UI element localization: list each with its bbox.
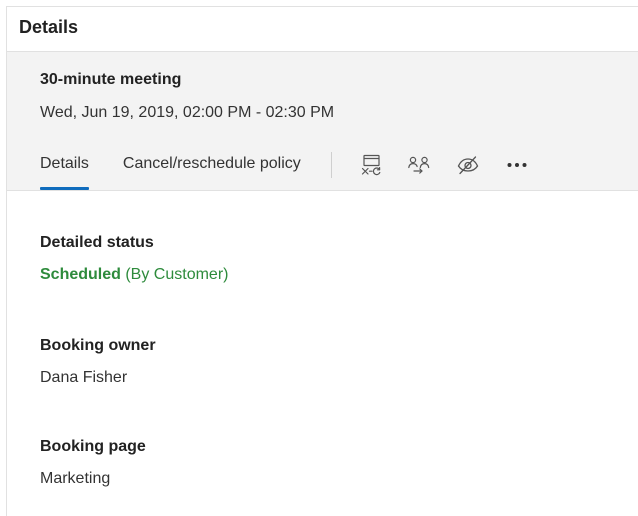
hide-button[interactable]	[454, 151, 482, 179]
reassign-button[interactable]	[406, 151, 434, 179]
meeting-title: 30-minute meeting	[40, 71, 182, 88]
booking-owner-field: Booking owner Dana Fisher	[40, 337, 156, 387]
tab-details[interactable]: Details	[40, 148, 89, 190]
detailed-status-label: Detailed status	[40, 234, 154, 251]
reassign-people-icon	[407, 153, 433, 177]
panel-header: Details	[7, 7, 638, 52]
status-by-customer: (By Customer)	[120, 266, 229, 283]
cancel-meeting-button[interactable]	[358, 151, 386, 179]
more-options-button[interactable]	[503, 151, 531, 179]
booking-owner-value: Dana Fisher	[40, 369, 128, 386]
meeting-time: Wed, Jun 19, 2019, 02:00 PM - 02:30 PM	[40, 104, 335, 121]
booking-page-label: Booking page	[40, 438, 146, 455]
detailed-status-field: Detailed status Scheduled (By Customer)	[40, 234, 228, 284]
tab-bar: Details Cancel/reschedule policy	[40, 148, 638, 191]
panel-title: Details	[19, 16, 79, 37]
detailed-status-value: Scheduled (By Customer)	[40, 266, 228, 284]
status-scheduled: Scheduled	[40, 266, 121, 283]
cancel-meeting-icon	[360, 153, 384, 177]
tab-cancel-reschedule-policy[interactable]: Cancel/reschedule policy	[123, 148, 301, 184]
more-options-icon	[505, 153, 529, 177]
hide-icon	[456, 153, 480, 177]
booking-page-field: Booking page Marketing	[40, 438, 146, 488]
booking-page-value: Marketing	[40, 470, 111, 487]
booking-owner-label: Booking owner	[40, 337, 156, 354]
details-panel: Details 30-minute meeting Wed, Jun 19, 2…	[6, 6, 638, 516]
meeting-summary: 30-minute meeting Wed, Jun 19, 2019, 02:…	[7, 52, 638, 191]
toolbar-divider	[330, 152, 332, 178]
